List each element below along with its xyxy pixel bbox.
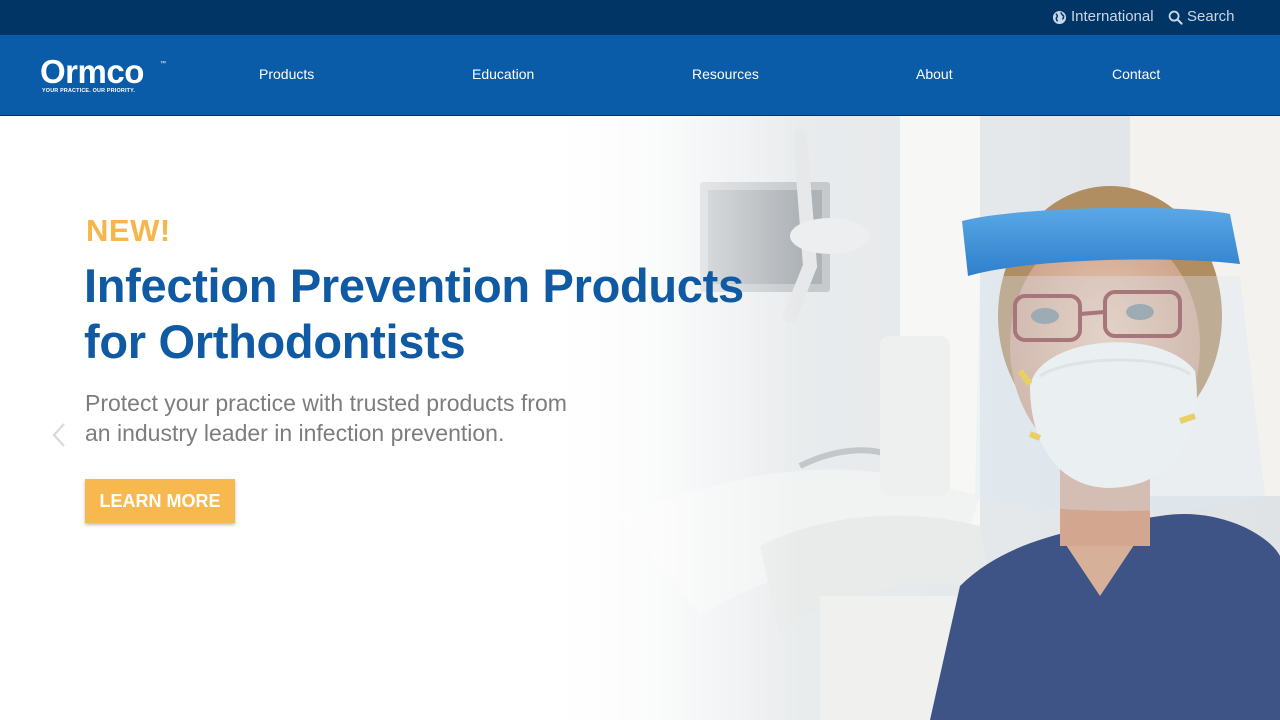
search-link[interactable]: Search bbox=[1168, 8, 1235, 26]
carousel-next-button[interactable] bbox=[1208, 422, 1228, 448]
hero-headline: Infection Prevention Products for Orthod… bbox=[84, 258, 844, 370]
hero-subtext-line-1: Protect your practice with trusted produ… bbox=[85, 390, 567, 416]
search-label: Search bbox=[1187, 8, 1235, 25]
hero-headline-line-2: for Orthodontists bbox=[84, 315, 466, 368]
utility-bar: International Search bbox=[0, 0, 1280, 35]
chevron-right-icon bbox=[1213, 423, 1226, 447]
logo-trademark: ™ bbox=[160, 61, 166, 67]
main-nav: Ormco ™ YOUR PRACTICE. OUR PRIORITY. Pro… bbox=[0, 35, 1280, 116]
ormco-logo[interactable]: Ormco ™ YOUR PRACTICE. OUR PRIORITY. bbox=[40, 55, 170, 99]
chevron-left-icon bbox=[52, 423, 65, 447]
hero-subtext: Protect your practice with trusted produ… bbox=[85, 388, 645, 448]
international-link[interactable]: International bbox=[1052, 8, 1154, 26]
logo-wordmark: Ormco bbox=[40, 53, 144, 90]
hero-banner: NEW! Infection Prevention Products for O… bbox=[0, 116, 1280, 720]
nav-contact[interactable]: Contact bbox=[1112, 65, 1160, 83]
nav-resources[interactable]: Resources bbox=[692, 65, 759, 83]
nav-about[interactable]: About bbox=[916, 65, 953, 83]
nav-products[interactable]: Products bbox=[259, 65, 314, 83]
nav-education[interactable]: Education bbox=[472, 65, 534, 83]
carousel-prev-button[interactable] bbox=[50, 422, 70, 448]
search-icon bbox=[1168, 10, 1183, 25]
hero-headline-line-1: Infection Prevention Products bbox=[84, 259, 744, 312]
international-label: International bbox=[1071, 8, 1154, 25]
learn-more-button[interactable]: LEARN MORE bbox=[85, 479, 235, 523]
globe-icon bbox=[1052, 10, 1067, 25]
logo-tagline: YOUR PRACTICE. OUR PRIORITY. bbox=[42, 88, 136, 94]
hero-eyebrow: NEW! bbox=[86, 213, 171, 248]
hero-subtext-line-2: an industry leader in infection preventi… bbox=[85, 420, 505, 446]
